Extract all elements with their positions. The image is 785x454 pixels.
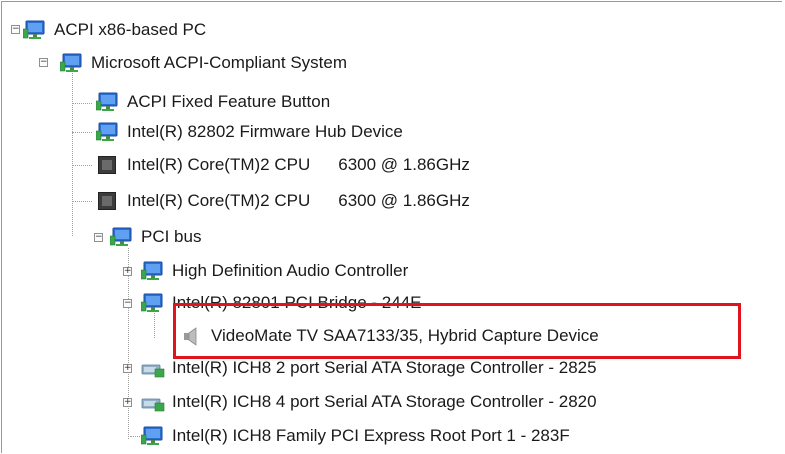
node-label: High Definition Audio Controller — [172, 261, 409, 280]
tree-node-pcie-root-port[interactable]: Intel(R) ICH8 Family PCI Express Root Po… — [140, 422, 570, 450]
node-label: Intel(R) ICH8 Family PCI Express Root Po… — [172, 426, 570, 445]
computer-icon — [22, 20, 47, 40]
expand-toggle-hd-audio[interactable]: + — [123, 267, 132, 276]
device-monitor-icon — [59, 53, 84, 73]
storage-controller-icon — [141, 392, 165, 412]
cpu-speed: 6300 @ 1.86GHz — [338, 155, 470, 174]
device-monitor-icon — [140, 261, 165, 281]
node-label: Intel(R) ICH8 4 port Serial ATA Storage … — [172, 392, 597, 411]
processor-icon — [96, 191, 120, 211]
processor-icon — [96, 155, 120, 175]
tree-node-hd-audio-controller[interactable]: High Definition Audio Controller — [140, 257, 409, 285]
collapse-toggle-root[interactable]: − — [11, 25, 20, 34]
device-monitor-icon — [140, 426, 165, 446]
cpu-speed: 6300 @ 1.86GHz — [338, 191, 470, 210]
device-tree-panel: − ACPI x86-based PC − Microsoft ACPI-Com… — [1, 1, 782, 453]
tree-node-firmware-hub[interactable]: Intel(R) 82802 Firmware Hub Device — [95, 118, 403, 146]
tree-node-sata-4port[interactable]: Intel(R) ICH8 4 port Serial ATA Storage … — [141, 388, 597, 416]
highlight-box — [173, 303, 741, 359]
tree-node-root[interactable]: ACPI x86-based PC — [22, 16, 207, 44]
tree-node-acpi-fixed-feature-button[interactable]: ACPI Fixed Feature Button — [95, 88, 331, 116]
device-monitor-icon — [140, 293, 165, 313]
node-label: PCI bus — [141, 227, 202, 246]
tree-node-cpu-2[interactable]: Intel(R) Core(TM)2 CPU 6300 @ 1.86GHz — [96, 187, 470, 215]
expand-toggle-sata-4port[interactable]: + — [123, 398, 132, 407]
tree-node-system[interactable]: Microsoft ACPI-Compliant System — [59, 49, 348, 77]
collapse-toggle-pci-bridge[interactable]: − — [123, 299, 132, 308]
node-label: ACPI Fixed Feature Button — [127, 92, 331, 111]
collapse-toggle-system[interactable]: − — [39, 58, 48, 67]
node-label: Intel(R) ICH8 2 port Serial ATA Storage … — [172, 358, 597, 377]
node-label: Intel(R) 82802 Firmware Hub Device — [127, 122, 403, 141]
tree-node-pci-bus[interactable]: PCI bus — [109, 223, 202, 251]
node-label: ACPI x86-based PC — [54, 20, 207, 39]
device-monitor-icon — [95, 122, 120, 142]
device-monitor-icon — [109, 227, 134, 247]
device-monitor-icon — [95, 92, 120, 112]
node-label: Intel(R) Core(TM)2 CPU — [127, 191, 311, 210]
collapse-toggle-pci-bus[interactable]: − — [94, 233, 103, 242]
storage-controller-icon — [141, 358, 165, 378]
tree-node-cpu-1[interactable]: Intel(R) Core(TM)2 CPU 6300 @ 1.86GHz — [96, 151, 470, 179]
expand-toggle-sata-2port[interactable]: + — [123, 364, 132, 373]
node-label: Microsoft ACPI-Compliant System — [91, 53, 348, 72]
node-label: Intel(R) Core(TM)2 CPU — [127, 155, 311, 174]
